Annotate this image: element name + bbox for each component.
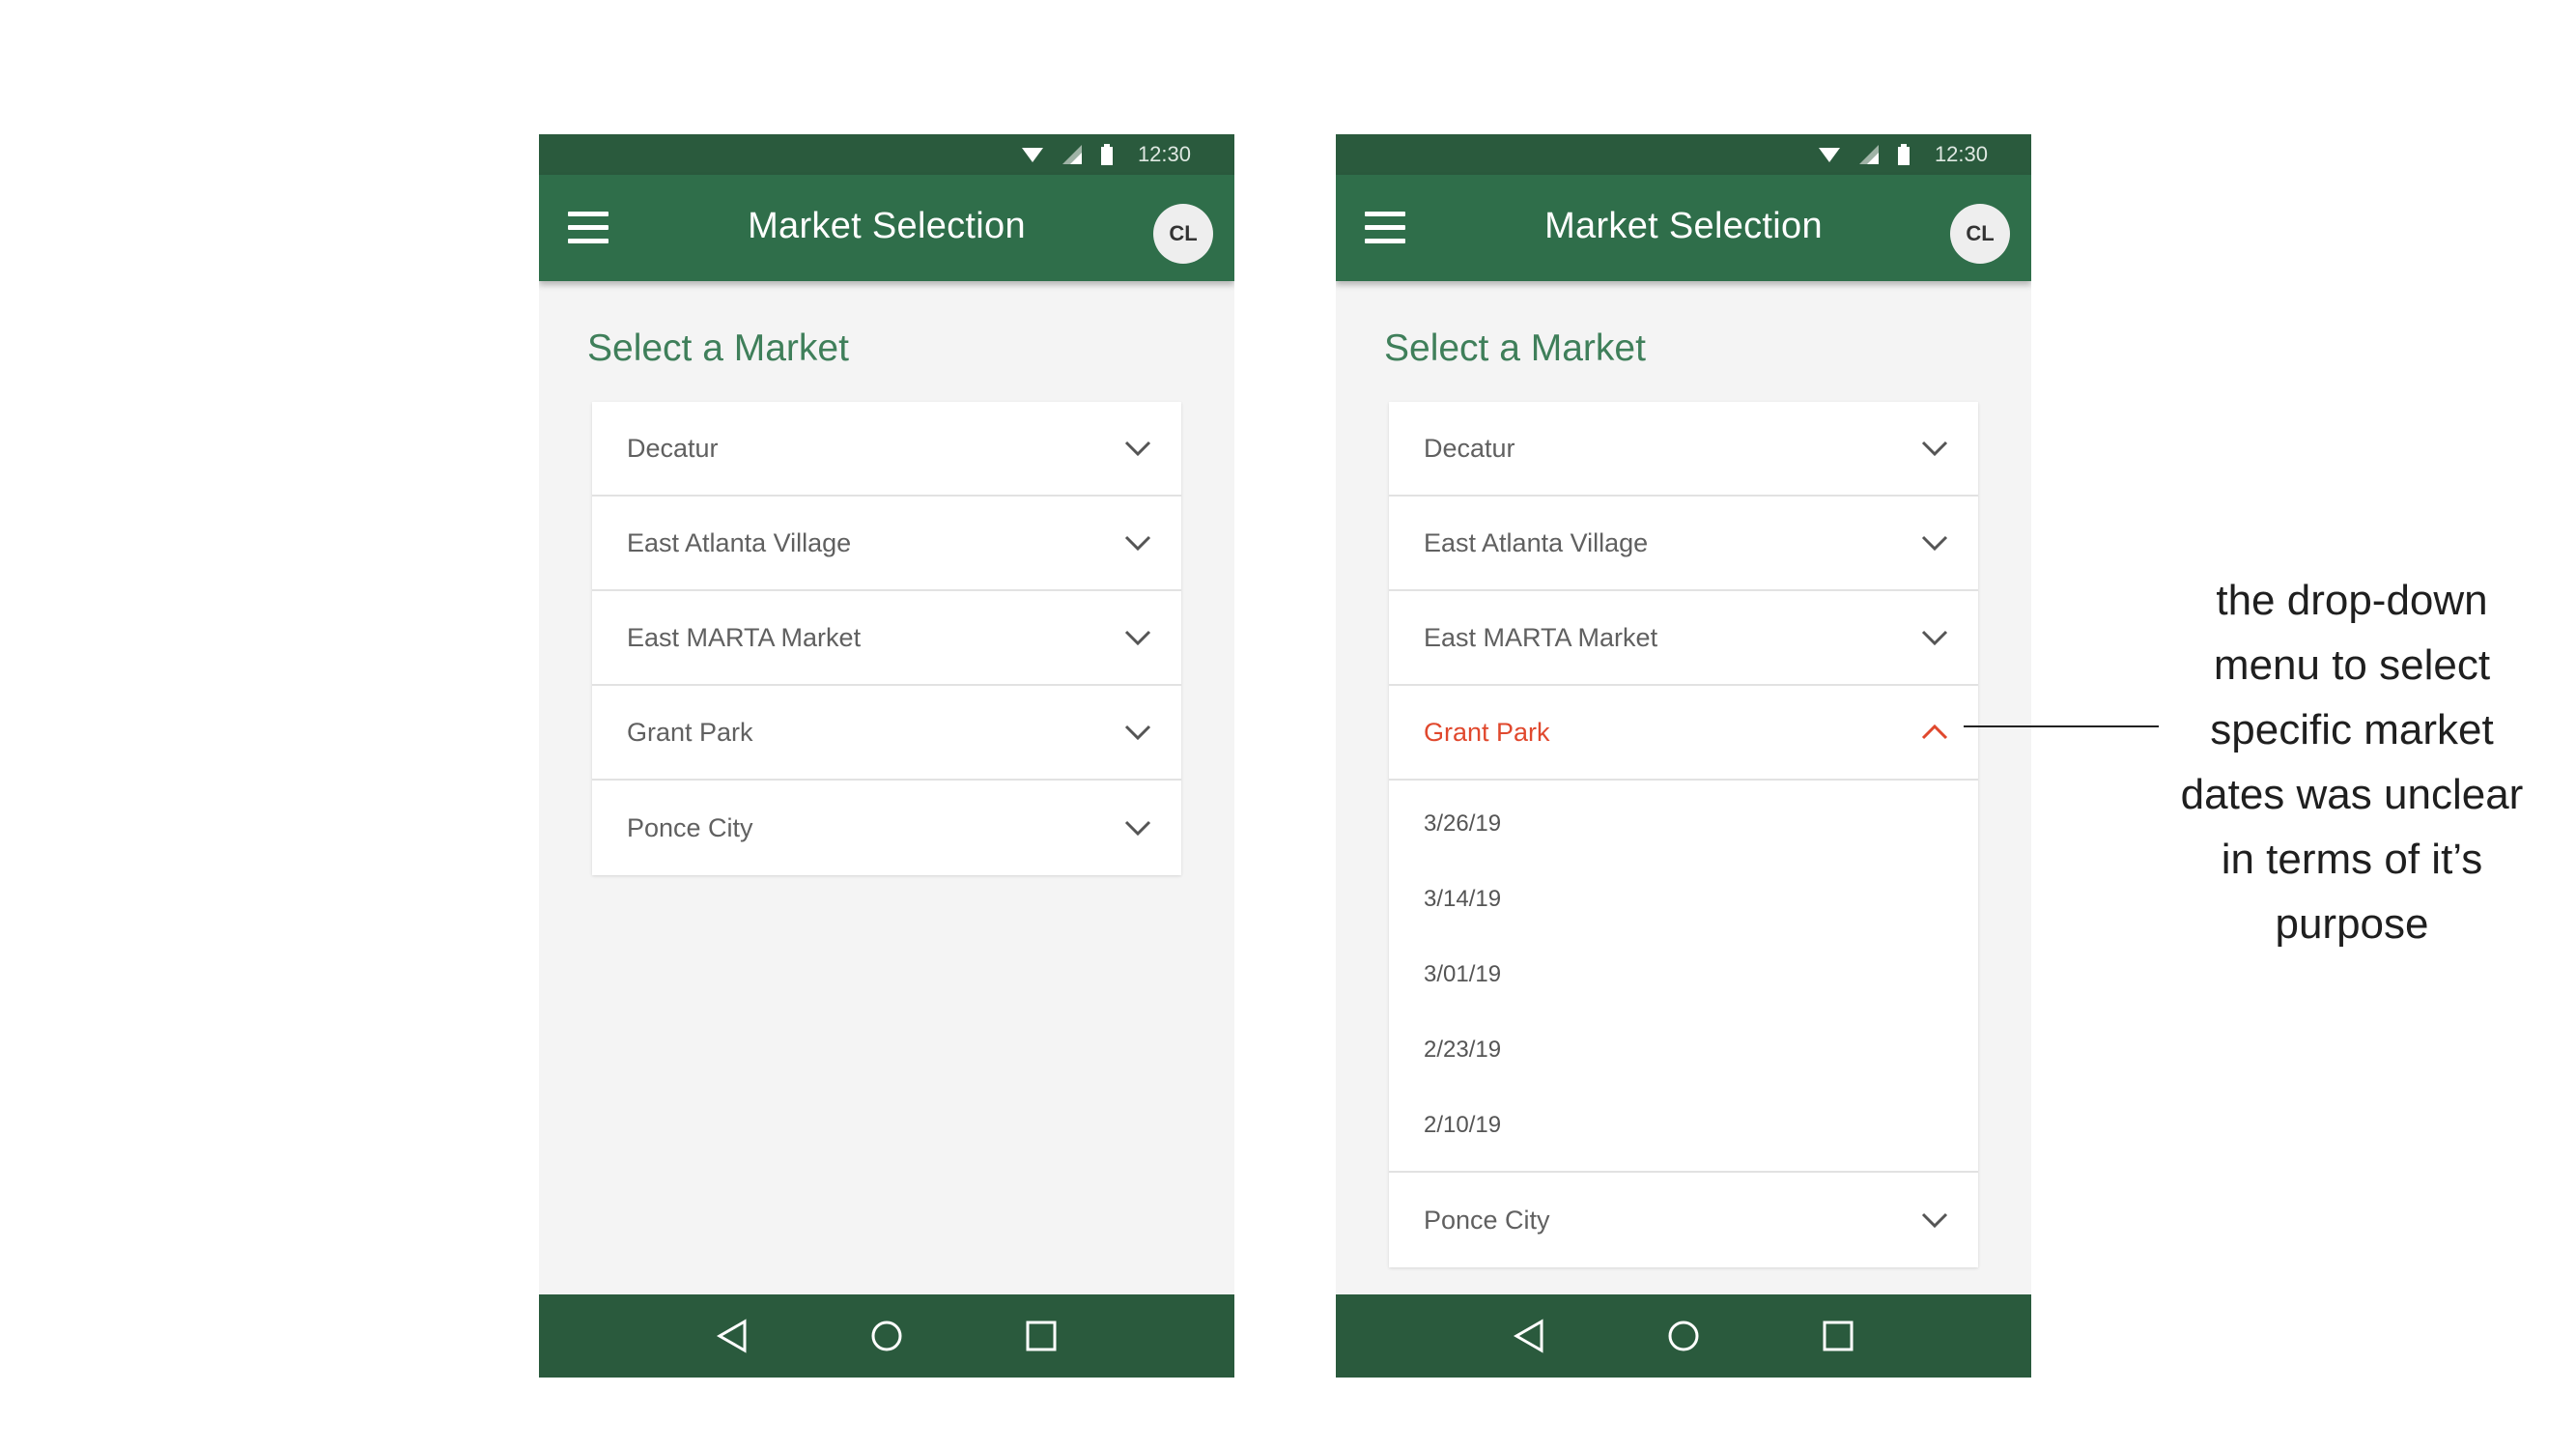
market-label: Grant Park: [627, 717, 753, 747]
app-bar: Market Selection CL: [1336, 175, 2031, 281]
annotation-connector-line: [1964, 725, 2159, 727]
app-title: Market Selection: [748, 206, 1026, 246]
chevron-down-icon: [1123, 440, 1152, 457]
chevron-down-icon: [1123, 629, 1152, 646]
back-triangle-icon[interactable]: [703, 1307, 761, 1365]
date-option[interactable]: 3/26/19: [1389, 786, 1978, 862]
wifi-icon: [1818, 148, 1840, 162]
home-circle-icon[interactable]: [858, 1307, 916, 1365]
signal-icon: [1062, 145, 1082, 164]
market-dates-dropdown: 3/26/19 3/14/19 3/01/19 2/23/19 2/10/19: [1389, 781, 1978, 1173]
market-row-east-marta-market[interactable]: East MARTA Market: [1389, 591, 1978, 686]
market-label: Decatur: [627, 433, 719, 463]
recents-square-icon[interactable]: [1012, 1307, 1070, 1365]
chevron-down-icon: [1123, 724, 1152, 741]
market-label: Grant Park: [1424, 717, 1550, 747]
chevron-down-icon: [1920, 629, 1949, 646]
market-row-ponce-city[interactable]: Ponce City: [592, 781, 1181, 875]
status-bar: 12:30: [539, 134, 1234, 175]
market-label: East MARTA Market: [627, 622, 862, 652]
chevron-down-icon: [1920, 1211, 1949, 1229]
system-nav-bar: [539, 1294, 1234, 1378]
chevron-up-icon: [1920, 724, 1949, 741]
chevron-down-icon: [1123, 819, 1152, 837]
phone-screen-expanded: 12:30 Market Selection CL Select a Marke…: [1336, 134, 2031, 1378]
home-circle-icon[interactable]: [1655, 1307, 1713, 1365]
market-row-grant-park[interactable]: Grant Park: [1389, 686, 1978, 781]
system-nav-bar: [1336, 1294, 2031, 1378]
chevron-down-icon: [1920, 440, 1949, 457]
market-row-east-marta-market[interactable]: East MARTA Market: [592, 591, 1181, 686]
market-label: Ponce City: [1424, 1205, 1550, 1235]
app-bar: Market Selection CL: [539, 175, 1234, 281]
date-option[interactable]: 3/01/19: [1389, 937, 1978, 1012]
market-row-east-atlanta-village[interactable]: East Atlanta Village: [1389, 497, 1978, 591]
battery-icon: [1897, 144, 1910, 165]
market-row-east-atlanta-village[interactable]: East Atlanta Village: [592, 497, 1181, 591]
status-time: 12:30: [1934, 142, 1988, 166]
chevron-down-icon: [1123, 534, 1152, 552]
annotation-line: menu to select: [2213, 641, 2491, 689]
section-title: Select a Market: [587, 327, 849, 369]
avatar[interactable]: CL: [1153, 204, 1213, 264]
market-label: East MARTA Market: [1424, 622, 1658, 652]
chevron-down-icon: [1920, 534, 1949, 552]
annotation-note: the drop-down menu to select specific ma…: [2159, 568, 2545, 956]
market-label: Decatur: [1424, 433, 1515, 463]
market-label: Ponce City: [627, 812, 753, 842]
market-row-decatur[interactable]: Decatur: [592, 402, 1181, 497]
market-label: East Atlanta Village: [627, 527, 852, 557]
annotation-line: specific market: [2210, 706, 2494, 753]
date-option[interactable]: 2/23/19: [1389, 1012, 1978, 1088]
phone-screen-collapsed: 12:30 Market Selection CL Select a Marke…: [539, 134, 1234, 1378]
recents-square-icon[interactable]: [1809, 1307, 1867, 1365]
battery-icon: [1100, 144, 1113, 165]
market-row-ponce-city[interactable]: Ponce City: [1389, 1173, 1978, 1267]
annotation-line: the drop-down: [2216, 577, 2488, 624]
market-row-decatur[interactable]: Decatur: [1389, 402, 1978, 497]
annotation-line: purpose: [2275, 900, 2429, 948]
app-title: Market Selection: [1544, 206, 1823, 246]
back-triangle-icon[interactable]: [1500, 1307, 1558, 1365]
market-row-grant-park[interactable]: Grant Park: [592, 686, 1181, 781]
date-option[interactable]: 3/14/19: [1389, 862, 1978, 937]
section-title: Select a Market: [1384, 327, 1646, 369]
annotation-line: dates was unclear: [2180, 771, 2524, 818]
market-label: East Atlanta Village: [1424, 527, 1649, 557]
date-option[interactable]: 2/10/19: [1389, 1088, 1978, 1163]
status-bar: 12:30: [1336, 134, 2031, 175]
status-time: 12:30: [1137, 142, 1191, 166]
market-list: Decatur East Atlanta Village East MARTA …: [592, 402, 1181, 875]
annotation-line: in terms of it’s: [2221, 836, 2483, 883]
wifi-icon: [1021, 148, 1043, 162]
signal-icon: [1858, 145, 1879, 164]
market-list: Decatur East Atlanta Village East MARTA …: [1389, 402, 1978, 1267]
avatar[interactable]: CL: [1950, 204, 2010, 264]
